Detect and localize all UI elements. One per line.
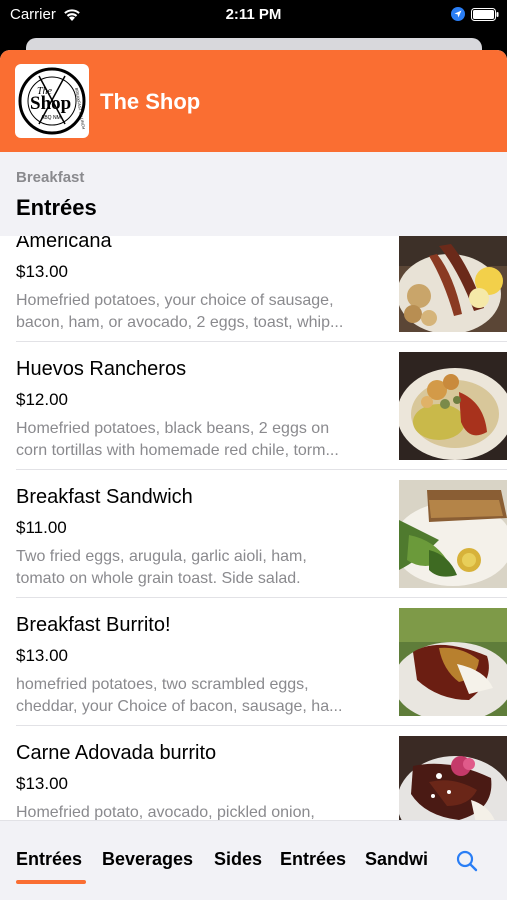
- category-label: Breakfast: [16, 169, 85, 186]
- item-description: Two fried eggs, arugula, garlic aioli, h…: [16, 548, 307, 587]
- list-item[interactable]: Breakfast Burrito! $13.00 homefried pota…: [0, 598, 507, 726]
- status-time: 2:11 PM: [225, 6, 282, 23]
- item-photo: [399, 608, 507, 716]
- item-photo: [399, 236, 507, 332]
- item-price: $13.00: [16, 262, 68, 281]
- shop-logo-icon: The Shop ABQ NM BREAKFAST & LUNCH: [18, 67, 86, 135]
- shop-name: The Shop: [100, 89, 201, 114]
- list-item[interactable]: Carne Adovada burrito $13.00 Homefried p…: [0, 726, 507, 820]
- location-arrow-icon: [451, 7, 465, 21]
- status-bar: Carrier 2:11 PM: [0, 0, 507, 30]
- item-description: Homefried potato, avocado, pickled onion…: [16, 804, 315, 820]
- item-photo: [399, 480, 507, 588]
- tab-sides[interactable]: Sides: [214, 849, 262, 870]
- section-title: Entrées: [16, 195, 97, 220]
- item-price: $11.00: [16, 518, 67, 537]
- logo-text-city: ABQ NM: [41, 115, 61, 121]
- list-item[interactable]: Huevos Rancheros $12.00 Homefried potato…: [0, 342, 507, 470]
- item-name: Huevos Rancheros: [16, 358, 187, 380]
- item-description: Homefried potatoes, your choice of sausa…: [16, 292, 344, 331]
- menu-sheet: The Shop ABQ NM BREAKFAST & LUNCH The Sh…: [0, 50, 507, 900]
- tab-sandwiches[interactable]: Sandwi: [365, 849, 428, 870]
- category-tabbar: Entrées Beverages Sides Entrées Sandwi: [0, 820, 507, 900]
- section-header: Breakfast Entrées: [0, 152, 507, 236]
- tab-entrees-2[interactable]: Entrées: [280, 849, 346, 870]
- item-price: $12.00: [16, 390, 68, 409]
- active-tab-indicator: [16, 880, 86, 884]
- item-name: Breakfast Sandwich: [16, 486, 193, 508]
- list-item[interactable]: Breakfast Sandwich $11.00 Two fried eggs…: [0, 470, 507, 598]
- item-price: $13.00: [16, 774, 68, 793]
- logo-text-shop: Shop: [30, 93, 71, 114]
- item-description: homefried potatoes, two scrambled eggs, …: [16, 676, 343, 715]
- tab-beverages[interactable]: Beverages: [102, 849, 193, 870]
- item-name: Americana: [16, 236, 112, 252]
- list-item[interactable]: Americana $13.00 Homefried potatoes, you…: [0, 236, 507, 342]
- search-icon[interactable]: [455, 849, 479, 873]
- menu-list[interactable]: Americana $13.00 Homefried potatoes, you…: [0, 236, 507, 820]
- item-price: $13.00: [16, 646, 68, 665]
- shop-logo: The Shop ABQ NM BREAKFAST & LUNCH: [15, 64, 89, 138]
- item-name: Breakfast Burrito!: [16, 614, 171, 636]
- item-description: Homefried potatoes, black beans, 2 eggs …: [16, 420, 339, 459]
- item-name: Carne Adovada burrito: [16, 742, 217, 764]
- item-photo: [399, 736, 507, 820]
- item-photo: [399, 352, 507, 460]
- shop-header: The Shop ABQ NM BREAKFAST & LUNCH The Sh…: [0, 50, 507, 152]
- battery-icon: [471, 8, 499, 21]
- tab-entrees[interactable]: Entrées: [16, 849, 82, 870]
